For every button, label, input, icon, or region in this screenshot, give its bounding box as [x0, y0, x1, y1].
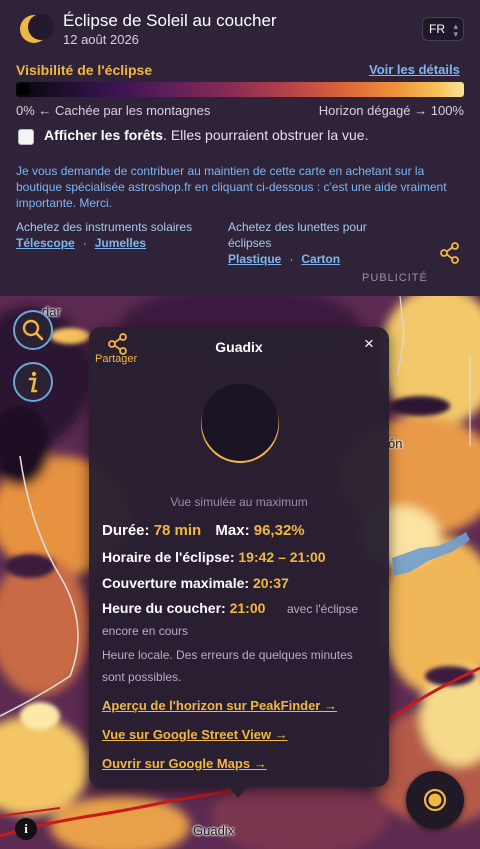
schedule-row: Horaire de l'éclipse: 19:42 – 21:00 — [102, 549, 326, 565]
sunset-note: avec l'éclipse encore en cours — [102, 602, 358, 638]
forests-checkbox[interactable] — [18, 129, 34, 145]
max-label: Max: — [215, 522, 250, 539]
search-button[interactable] — [13, 310, 53, 350]
locate-sun-icon — [423, 788, 447, 812]
coverage-row: Couverture maximale: 20:37 — [102, 575, 289, 591]
binoculars-link[interactable]: Jumelles — [95, 236, 146, 250]
map-label-east: ón — [388, 436, 403, 451]
locate-sun-button[interactable] — [406, 771, 464, 829]
eclipse-glasses-block: Achetez des lunettes pour éclipses Plast… — [228, 219, 398, 267]
attribution-info-icon[interactable]: i — [15, 818, 37, 840]
legend-min: 0% ← Cachée par les montagnes — [16, 103, 211, 118]
close-icon[interactable]: × — [364, 334, 374, 354]
coverage-value: 20:37 — [252, 575, 289, 591]
info-icon — [28, 371, 38, 393]
forests-label: Afficher les forêts. Elles pourraient ob… — [44, 127, 369, 143]
forests-label-bold: Afficher les forêts — [44, 127, 164, 143]
streetview-link[interactable]: Vue sur Google Street View → — [102, 727, 288, 742]
eclipse-date: 12 août 2026 — [63, 32, 139, 47]
duration-value: 78 min — [153, 522, 202, 539]
schedule-value: 19:42 – 21:00 — [238, 549, 326, 565]
eclipse-simulation — [201, 383, 279, 463]
max-value: 96,32% — [253, 522, 305, 539]
moon-eclipse-icon — [20, 14, 54, 43]
eclipse-glasses-label: Achetez des lunettes pour éclipses — [228, 220, 367, 250]
language-value: FR — [429, 22, 445, 36]
visibility-label: Visibilité de l'éclipse — [16, 62, 153, 78]
eclipse-info-panel: Éclipse de Soleil au coucher 12 août 202… — [0, 0, 480, 296]
cardboard-link[interactable]: Carton — [301, 252, 340, 266]
solar-instruments-block: Achetez des instruments solaires Télesco… — [16, 219, 221, 251]
duration-label: Durée: — [102, 522, 150, 539]
chevron-updown-icon: ▴ ▾ — [453, 21, 458, 39]
ad-label: PUBLICITÉ — [362, 272, 428, 284]
visibility-gradient-scale — [16, 82, 464, 97]
telescope-link[interactable]: Télescope — [16, 236, 75, 250]
scale-marker — [18, 84, 29, 95]
page-title: Éclipse de Soleil au coucher — [63, 11, 277, 30]
share-icon[interactable] — [440, 242, 460, 264]
schedule-label: Horaire de l'éclipse: — [102, 549, 235, 565]
google-maps-link[interactable]: Ouvrir sur Google Maps → — [102, 756, 267, 771]
location-title: Guadix — [215, 339, 263, 355]
forests-label-rest: . Elles pourraient obstruer la vue. — [163, 127, 369, 143]
local-time-note: Heure locale. Des erreurs de quelques mi… — [102, 648, 353, 684]
simulated-view-caption: Vue simulée au maximum — [170, 495, 308, 509]
legend-max: Horizon dégagé → 100% — [318, 103, 464, 118]
duration-max-row: Durée: 78 min Max: 96,32% — [102, 522, 305, 539]
support-message: Je vous demande de contribuer au maintie… — [16, 164, 447, 210]
language-select[interactable]: FR ▴ ▾ — [422, 17, 464, 41]
peakfinder-link[interactable]: Aperçu de l'horizon sur PeakFinder → — [102, 698, 337, 713]
plastic-link[interactable]: Plastique — [228, 252, 281, 266]
map-label-guadix: Guadix — [193, 823, 235, 838]
info-button[interactable] — [13, 362, 53, 402]
coverage-label: Couverture maximale: — [102, 575, 250, 591]
popup-pointer — [228, 786, 248, 798]
solar-instruments-label: Achetez des instruments solaires — [16, 220, 193, 234]
details-link[interactable]: Voir les détails — [369, 62, 460, 77]
search-icon — [22, 319, 44, 341]
